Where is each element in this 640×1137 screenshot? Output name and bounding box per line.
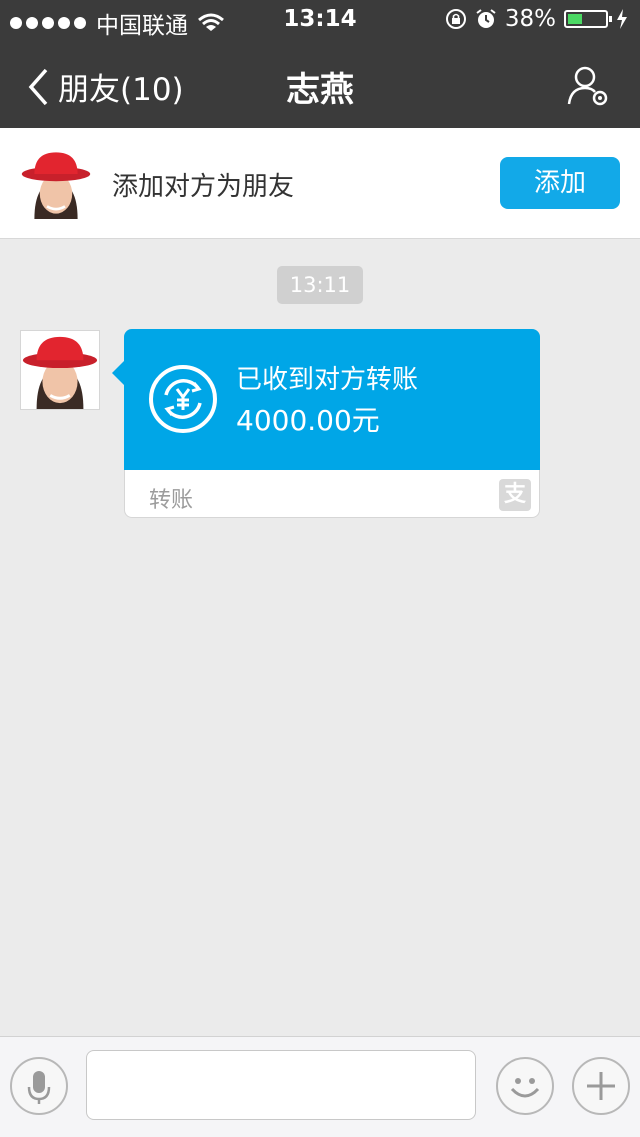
- battery-percent: 38%: [504, 6, 556, 32]
- profile-settings-icon[interactable]: [566, 64, 610, 108]
- add-friend-text: 添加对方为朋友: [112, 172, 295, 202]
- top-bar: 中国联通 13:14 38% 朋友(10) 志燕: [0, 0, 640, 128]
- transfer-label: 转账: [149, 488, 194, 513]
- transfer-card-header: 已收到对方转账 4000.00元: [112, 329, 540, 470]
- bubble-tail: [112, 361, 124, 385]
- sender-avatar[interactable]: [20, 330, 100, 410]
- add-friend-bar: 添加对方为朋友 添加: [0, 128, 640, 239]
- chat-timestamp: 13:11: [277, 266, 363, 304]
- page-title: 志燕: [286, 70, 354, 110]
- orientation-lock-icon: [445, 9, 466, 29]
- battery-fill: [568, 14, 582, 24]
- emoji-icon: [510, 1078, 540, 1098]
- battery-icon: [564, 10, 612, 28]
- microphone-icon: [27, 1071, 51, 1104]
- navigation-bar: 朋友(10) 志燕: [0, 40, 640, 128]
- battery-nub: [609, 16, 612, 22]
- more-button[interactable]: [572, 1057, 630, 1115]
- add-friend-button[interactable]: 添加: [500, 157, 620, 209]
- status-right: 38%: [445, 6, 628, 32]
- transfer-message-card[interactable]: 已收到对方转账 4000.00元 转账 支: [112, 329, 540, 518]
- message-input[interactable]: [86, 1050, 476, 1120]
- yuan-transfer-icon: [149, 365, 217, 433]
- alipay-icon: 支: [499, 479, 531, 511]
- voice-button[interactable]: [10, 1057, 68, 1115]
- status-bar: 中国联通 13:14 38%: [0, 0, 640, 40]
- input-bar: [0, 1036, 640, 1137]
- avatar: [20, 147, 92, 219]
- emoji-button[interactable]: [496, 1057, 554, 1115]
- transfer-status: 已收到对方转账: [236, 365, 419, 395]
- transfer-amount: 4000.00元: [236, 404, 380, 437]
- plus-icon: [587, 1072, 615, 1100]
- alarm-icon: [476, 9, 496, 28]
- charging-icon: [617, 9, 627, 29]
